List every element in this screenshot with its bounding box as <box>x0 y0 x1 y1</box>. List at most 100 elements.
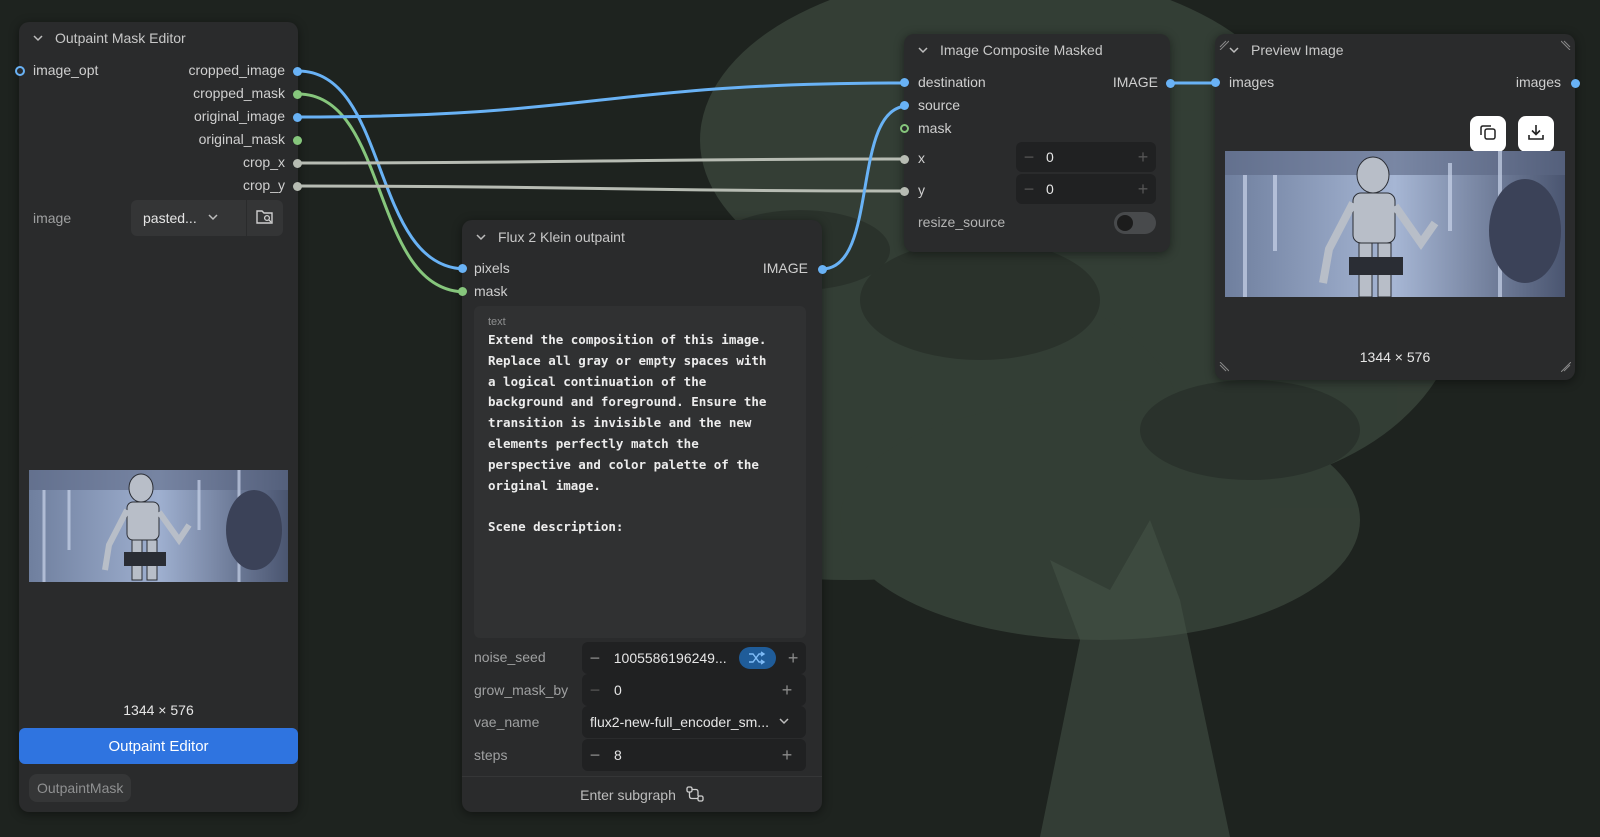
minus-icon[interactable]: − <box>582 648 608 669</box>
resize-handle-icon[interactable] <box>1219 37 1230 55</box>
input-slot-y[interactable] <box>900 187 909 196</box>
x-label: x <box>918 150 925 166</box>
mask-editor-dimensions: 1344 × 576 <box>123 702 194 718</box>
output-slot-image[interactable] <box>1166 79 1175 88</box>
input-label-image-opt: image_opt <box>33 62 99 78</box>
plus-icon[interactable]: + <box>774 745 800 766</box>
subgraph-icon <box>686 785 704 806</box>
output-label-image: IMAGE <box>762 260 808 276</box>
input-slot-images[interactable] <box>1211 78 1220 87</box>
grow-mask-value: 0 <box>614 682 622 698</box>
input-label-source: source <box>918 97 961 113</box>
vae-name-select[interactable]: flux2-new-full_encoder_sm... <box>582 706 806 738</box>
plus-icon[interactable]: + <box>780 648 806 669</box>
node-title: Preview Image <box>1251 42 1344 58</box>
input-slot-x[interactable] <box>900 155 909 164</box>
plus-icon[interactable]: + <box>774 680 800 701</box>
chevron-down-icon <box>207 210 219 226</box>
minus-icon[interactable]: − <box>582 745 608 766</box>
preview-dimensions: 1344 × 576 <box>1359 349 1431 365</box>
node-outpaint-mask-editor[interactable]: Outpaint Mask Editor image_opt cropped_i… <box>15 22 302 812</box>
output-label-crop-y: crop_y <box>242 177 285 193</box>
x-value: 0 <box>1046 149 1054 165</box>
copy-button[interactable] <box>1470 116 1506 152</box>
image-select-value: pasted... <box>143 210 197 226</box>
minus-icon[interactable]: − <box>1016 147 1042 168</box>
node-header[interactable]: Outpaint Mask Editor <box>19 22 298 54</box>
plus-icon[interactable]: + <box>1130 147 1156 168</box>
noise-seed-label: noise_seed <box>474 649 546 665</box>
plus-icon[interactable]: + <box>1130 179 1156 200</box>
textarea-label: text <box>488 316 506 328</box>
download-button[interactable] <box>1518 116 1554 152</box>
enter-subgraph-label: Enter subgraph <box>580 787 676 803</box>
resize-source-label: resize_source <box>918 214 1006 230</box>
output-label-image: IMAGE <box>1112 74 1158 90</box>
minus-icon[interactable]: − <box>582 680 608 701</box>
input-slot-pixels[interactable] <box>458 264 467 273</box>
output-slot-crop-y[interactable] <box>293 182 302 191</box>
steps-widget[interactable]: − 8 + <box>582 739 806 771</box>
output-slot-crop-x[interactable] <box>293 159 302 168</box>
output-slot-original-mask[interactable] <box>293 136 302 145</box>
node-badge: OutpaintMask <box>29 774 132 802</box>
input-slot-image-opt[interactable] <box>15 66 25 76</box>
node-title: Image Composite Masked <box>940 42 1103 58</box>
chevron-down-icon <box>778 714 790 730</box>
toggle-knob <box>1117 215 1133 231</box>
input-label-pixels: pixels <box>474 260 510 276</box>
output-slot-cropped-image[interactable] <box>293 67 302 76</box>
node-header[interactable]: Flux 2 Klein outpaint <box>462 220 822 254</box>
steps-label: steps <box>474 747 508 763</box>
vae-name-label: vae_name <box>474 714 540 730</box>
steps-value: 8 <box>614 747 622 763</box>
shuffle-icon[interactable] <box>738 647 777 669</box>
input-slot-mask[interactable] <box>900 124 909 133</box>
prompt-textarea[interactable]: text Extend the composition of this imag… <box>474 306 806 638</box>
output-label-cropped-mask: cropped_mask <box>193 85 285 101</box>
output-label-original-image: original_image <box>193 108 285 124</box>
vae-name-value: flux2-new-full_encoder_sm... <box>590 714 769 730</box>
input-slot-mask[interactable] <box>458 287 467 296</box>
noise-seed-widget[interactable]: − 1005586196249... + <box>582 642 806 674</box>
y-widget[interactable]: − 0 + <box>1016 174 1156 204</box>
chevron-down-icon[interactable] <box>474 230 488 244</box>
input-slot-destination[interactable] <box>900 78 909 87</box>
node-header[interactable]: Image Composite Masked <box>904 34 1170 66</box>
y-label: y <box>918 182 925 198</box>
y-value: 0 <box>1046 181 1054 197</box>
chevron-down-icon[interactable] <box>31 31 45 45</box>
grow-mask-label: grow_mask_by <box>474 682 569 698</box>
resize-source-toggle[interactable] <box>1114 212 1156 234</box>
chevron-down-icon[interactable] <box>1227 43 1241 57</box>
enter-subgraph-button[interactable]: Enter subgraph <box>462 776 822 813</box>
image-widget-label: image <box>33 210 72 226</box>
resize-handle-icon[interactable] <box>1560 37 1571 55</box>
chevron-down-icon[interactable] <box>916 43 930 57</box>
output-slot-cropped-mask[interactable] <box>293 90 302 99</box>
mask-editor-preview-image <box>29 470 288 582</box>
node-flux-klein-outpaint[interactable]: Flux 2 Klein outpaint pixels mask IMAGE … <box>458 220 827 813</box>
copy-icon <box>1479 123 1497 146</box>
node-title: Flux 2 Klein outpaint <box>498 229 625 245</box>
input-label-images: images <box>1229 74 1275 90</box>
node-preview-image[interactable]: Preview Image images images 1344 × 576 <box>1211 34 1580 380</box>
output-label-cropped-image: cropped_image <box>188 62 285 78</box>
outpaint-editor-button[interactable]: Outpaint Editor <box>19 728 298 764</box>
folder-search-icon <box>256 209 274 228</box>
node-header[interactable]: Preview Image <box>1215 34 1575 66</box>
output-label-original-mask: original_mask <box>198 131 285 147</box>
minus-icon[interactable]: − <box>1016 179 1042 200</box>
grow-mask-widget[interactable]: − 0 + <box>582 674 806 706</box>
output-slot-image[interactable] <box>818 265 827 274</box>
input-slot-source[interactable] <box>900 101 909 110</box>
input-label-mask: mask <box>918 120 952 136</box>
preview-output-image <box>1225 151 1565 297</box>
output-slot-images[interactable] <box>1571 79 1580 88</box>
folder-search-button[interactable] <box>247 200 283 236</box>
output-slot-original-image[interactable] <box>293 113 302 122</box>
prompt-text: Extend the composition of this image. Re… <box>488 332 767 535</box>
x-widget[interactable]: − 0 + <box>1016 142 1156 172</box>
image-select[interactable]: pasted... <box>131 200 246 236</box>
node-image-composite-masked[interactable]: Image Composite Masked destination sourc… <box>900 34 1175 252</box>
